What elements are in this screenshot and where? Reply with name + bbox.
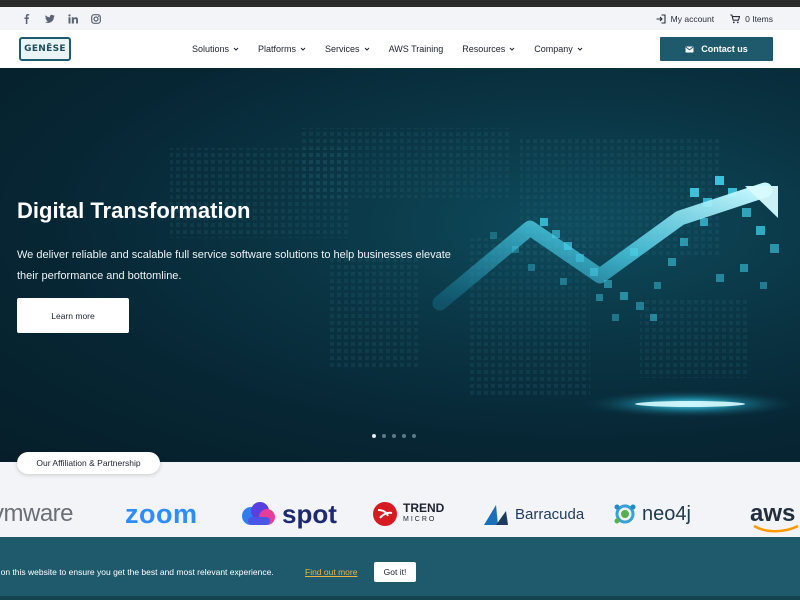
chevron-down-icon xyxy=(577,47,583,51)
nav-label: Company xyxy=(534,44,573,54)
nav-label: Resources xyxy=(462,44,506,54)
instagram-icon[interactable] xyxy=(91,13,101,24)
micro-text: MICRO xyxy=(403,516,437,523)
spot-text: spot xyxy=(282,498,337,529)
learn-more-button[interactable]: Learn more xyxy=(17,298,129,333)
got-it-button[interactable]: Got it! xyxy=(374,562,416,582)
slider-dot[interactable] xyxy=(382,434,386,438)
trend-micro-ball-icon xyxy=(373,502,397,526)
chevron-down-icon xyxy=(364,47,369,51)
trend-micro-logo: TREND MICRO xyxy=(372,496,444,532)
envelope-icon xyxy=(685,46,694,52)
hero-description: We deliver reliable and scalable full se… xyxy=(17,249,451,282)
hero-slider: Digital Transformation We deliver reliab… xyxy=(0,68,800,462)
slider-dot[interactable] xyxy=(392,434,396,438)
main-nav: Solutions Platforms Services AWS Trainin… xyxy=(192,30,583,68)
sign-in-icon xyxy=(656,13,666,24)
slider-dot[interactable] xyxy=(412,434,416,438)
nav-label: Platforms xyxy=(258,44,297,54)
chevron-down-icon xyxy=(509,47,515,51)
cookie-message: s on this website to ensure you get the … xyxy=(0,567,274,577)
nav-platforms[interactable]: Platforms xyxy=(258,44,306,54)
cart-link[interactable]: 0 Items xyxy=(730,14,773,24)
logo-text: GENĒSE xyxy=(24,44,66,54)
neo4j-graph-icon xyxy=(614,504,636,524)
genese-logo[interactable]: GENĒSE xyxy=(19,37,71,61)
nav-label: Solutions xyxy=(192,44,230,54)
twitter-icon[interactable] xyxy=(45,14,55,24)
facebook-icon[interactable] xyxy=(22,13,32,24)
neo4j-logo: neo4j xyxy=(612,496,691,532)
nav-services[interactable]: Services xyxy=(325,44,370,54)
cart-icon xyxy=(730,13,741,23)
nav-resources[interactable]: Resources xyxy=(462,44,515,54)
account-cart: My account 0 Items xyxy=(656,14,773,24)
nav-label: Services xyxy=(325,44,360,54)
main-header: GENĒSE Solutions Platforms Services AWS … xyxy=(0,30,800,68)
slider-dots xyxy=(372,434,416,438)
window-top-edge xyxy=(0,0,800,7)
spot-cloud-icon xyxy=(242,502,275,525)
slider-dot[interactable] xyxy=(372,434,376,438)
my-account-link[interactable]: My account xyxy=(656,14,714,24)
nav-company[interactable]: Company xyxy=(534,44,583,54)
affiliation-heading: Our Affiliation & Partnership xyxy=(17,452,160,474)
barracuda-fin-icon xyxy=(484,505,508,525)
partners-section: Our Affiliation & Partnership vmware zoo… xyxy=(0,452,800,542)
bottom-edge xyxy=(0,596,800,600)
partner-logos: vmware zoom spot TREND MICRO Barracuda n… xyxy=(0,496,800,536)
vmware-logo: vmware xyxy=(0,496,74,532)
nav-aws-training[interactable]: AWS Training xyxy=(389,44,444,54)
contact-us-button[interactable]: Contact us xyxy=(660,37,773,61)
aws-smile-icon xyxy=(753,524,799,533)
nav-label: AWS Training xyxy=(388,44,444,54)
cart-label: 0 Items xyxy=(745,13,773,24)
slider-dot[interactable] xyxy=(402,434,406,438)
top-bar: My account 0 Items xyxy=(0,7,800,30)
linkedin-icon[interactable] xyxy=(68,13,78,24)
chevron-down-icon xyxy=(233,47,239,51)
find-out-more-link[interactable]: Find out more xyxy=(305,567,357,577)
cookie-banner: s on this website to ensure you get the … xyxy=(0,537,800,600)
barracuda-logo: Barracuda xyxy=(482,496,584,532)
hero-title: Digital Transformation xyxy=(17,198,251,223)
spot-logo: spot xyxy=(240,496,337,532)
zoom-logo: zoom xyxy=(125,496,198,532)
page: My account 0 Items GENĒSE Solutions Plat… xyxy=(0,0,800,600)
chevron-down-icon xyxy=(300,47,306,51)
trend-micro-text: TREND MICRO xyxy=(403,501,445,525)
vmware-text: vmware xyxy=(0,500,74,527)
zoom-text: zoom xyxy=(125,498,198,529)
social-links xyxy=(22,13,101,24)
barracuda-text: Barracuda xyxy=(515,505,585,523)
nav-solutions[interactable]: Solutions xyxy=(192,44,239,54)
neo4j-text: neo4j xyxy=(642,502,691,525)
my-account-label: My account xyxy=(670,13,715,24)
trend-text: TREND xyxy=(403,501,445,515)
contact-us-label: Contact us xyxy=(701,44,748,54)
